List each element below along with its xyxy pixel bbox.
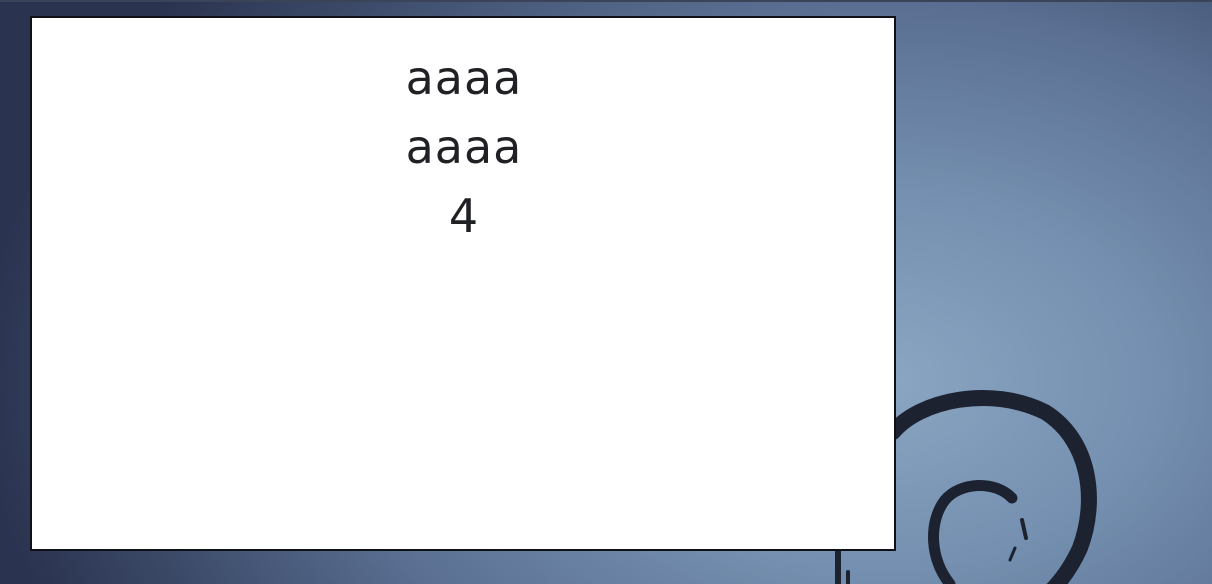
- text-line-3: 4: [448, 189, 480, 243]
- app-window: aaaa aaaa 4: [30, 16, 896, 551]
- text-line-1: aaaa: [405, 51, 523, 105]
- window-content: aaaa aaaa 4: [32, 44, 894, 251]
- text-line-2: aaaa: [405, 120, 523, 174]
